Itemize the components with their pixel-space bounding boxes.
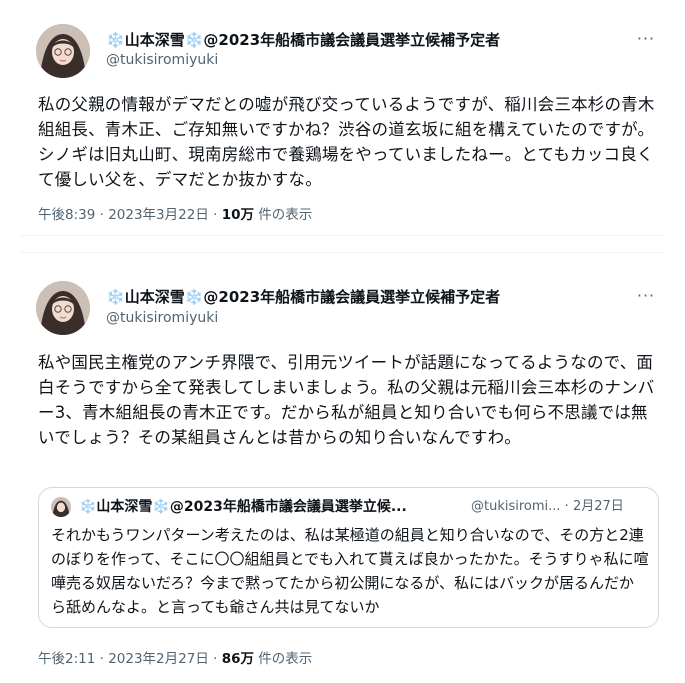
avatar xyxy=(51,497,71,517)
quoted-tweet-text: それかもうワンパターン考えたのは、私は某極道の組員と知り合いなので、その方と2連… xyxy=(51,526,649,616)
avatar-photo-icon xyxy=(36,24,90,78)
display-name-text: 山本深雪 xyxy=(124,288,185,306)
quoted-display-name: ❄️山本深雪❄️@2023年船橋市議会議員選挙立候... xyxy=(79,499,407,515)
avatar[interactable] xyxy=(36,281,90,335)
display-name-tail: @2023年船橋市議会議員選挙立候補予定者 xyxy=(203,31,501,49)
tweet-meta: 午後2:11 · 2023年2月27日 · 86万 件の表示 xyxy=(38,650,312,668)
display-name[interactable]: ❄️山本深雪❄️@2023年船橋市議会議員選挙立候補予定者 xyxy=(106,287,500,307)
snowflake-icon: ❄️ xyxy=(184,288,204,306)
snowflake-icon: ❄️ xyxy=(184,31,204,49)
tweet-text: 私の父親の情報がデマだとの嘘が飛び交っているようですが、稲川会三本杉の青木組組長… xyxy=(38,95,655,189)
view-count[interactable]: 86万 xyxy=(222,651,254,667)
avatar[interactable] xyxy=(36,24,90,78)
user-handle[interactable]: @tukisiromiyuki xyxy=(106,51,218,69)
tweet-card[interactable]: ❄️山本深雪❄️@2023年船橋市議会議員選挙立候補予定者 @tukisirom… xyxy=(20,252,662,683)
snowflake-icon: ❄️ xyxy=(106,288,125,306)
view-count-suffix: 件の表示 xyxy=(253,651,313,667)
avatar-photo-icon xyxy=(36,281,90,335)
view-count[interactable]: 10万 xyxy=(222,207,254,223)
quoted-handle-date: @tukisiromi... · 2月27日 xyxy=(471,499,624,514)
quoted-tweet[interactable]: ❄️山本深雪❄️@2023年船橋市議会議員選挙立候... @tukisiromi… xyxy=(38,487,659,628)
tweet-text: 私や国民主権党のアンチ界隈で、引用元ツイートが話題になってるようなので、面白そう… xyxy=(38,353,655,447)
display-name-text: 山本深雪 xyxy=(124,31,185,49)
view-count-suffix: 件の表示 xyxy=(253,207,313,223)
divider xyxy=(0,236,685,252)
tweet-meta: 午後8:39 · 2023年3月22日 · 10万 件の表示 xyxy=(38,206,312,224)
display-name-tail: @2023年船橋市議会議員選挙立候補予定者 xyxy=(203,288,501,306)
timestamp[interactable]: 午後8:39 · 2023年3月22日 · xyxy=(38,207,222,223)
more-options-icon[interactable]: ··· xyxy=(634,288,658,309)
avatar-photo-icon xyxy=(51,497,71,517)
timestamp[interactable]: 午後2:11 · 2023年2月27日 · xyxy=(38,651,222,667)
user-handle[interactable]: @tukisiromiyuki xyxy=(106,309,218,327)
display-name[interactable]: ❄️山本深雪❄️@2023年船橋市議会議員選挙立候補予定者 xyxy=(106,30,500,50)
tweet-card[interactable]: ❄️山本深雪❄️@2023年船橋市議会議員選挙立候補予定者 @tukisirom… xyxy=(20,0,662,236)
more-options-icon[interactable]: ··· xyxy=(634,31,658,52)
snowflake-icon: ❄️ xyxy=(106,31,125,49)
